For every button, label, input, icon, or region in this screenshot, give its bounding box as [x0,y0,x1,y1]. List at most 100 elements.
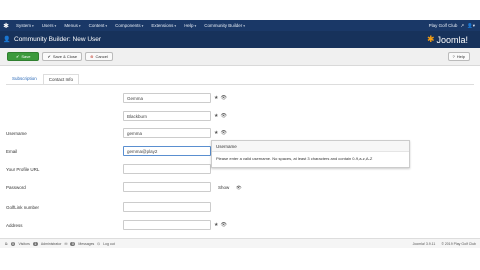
save-close-button[interactable]: ✔ Save & Close [42,52,83,61]
menu-label: Extensions [151,23,174,28]
profile-url-label: Your Profile URL [6,166,40,172]
menu-extensions[interactable]: Extensions ▾ [147,23,180,28]
visibility-eye-icon: 👁 [220,113,227,119]
visitors-label[interactable]: Visitors [18,242,29,246]
menu-label: Components [115,23,141,28]
required-star-icon: ★ [214,130,219,136]
visitors-count: 0 [10,241,16,246]
tooltip-title: Username [212,141,409,152]
envelope-icon: ✉ [64,241,68,246]
form-row-golflink: GolfLink number [0,201,480,213]
messages-count: 0 [70,241,76,246]
cancel-button[interactable]: ⊗ Cancel [85,52,113,61]
menu-label: Menus [64,23,78,28]
check-icon: ✔ [16,54,20,59]
menu-content[interactable]: Content ▾ [85,23,112,28]
close-icon: ⊗ [90,54,94,59]
external-link-icon: ↗ [460,22,465,28]
menu-community-builder[interactable]: Community Builder ▾ [200,23,249,28]
messages-label[interactable]: Messages [78,242,94,246]
caret-down-icon: ▾ [174,23,177,28]
site-link[interactable]: Play Golf Club ↗ 👤▾ [429,23,480,29]
menu-label: Users [41,23,54,28]
menu-label: Content [88,23,105,28]
username-label: Username [6,130,27,136]
help-label: Help [456,54,465,59]
tab-divider [6,84,474,85]
status-bar: ⧉ 0 Visitors 1 Administrator ✉ 0 Message… [0,238,480,248]
tab-subscription[interactable]: Subscription [6,73,43,84]
required-star-icon: ★ [214,113,219,119]
check-icon: ✔ [47,54,51,59]
joomla-star-icon: ✱ [426,34,435,44]
required-star-icon: ★ [214,95,219,101]
help-button[interactable]: ? Help [447,52,470,61]
visibility-eye-icon: 👁 [236,185,242,190]
visibility-eye-icon: 👁 [220,222,227,228]
required-star-icon: ★ [214,222,219,228]
user-menu-icon[interactable]: 👤▾ [467,23,475,29]
field-markers: ★ 👁 [214,95,227,101]
golflink-label: GolfLink number [6,204,40,210]
form-row-firstname: Gemma ★ 👁 [0,92,480,104]
version-text: Joomla! 3.9.11 [412,241,436,246]
visibility-eye-icon: 👁 [220,95,227,101]
golflink-field[interactable] [123,202,211,212]
username-tooltip: Username Please enter a valid username. … [211,140,410,168]
username-field[interactable]: gemma [123,128,211,138]
profile-url-field[interactable] [123,164,211,174]
caret-down-icon: ▾ [243,23,245,28]
caret-down-icon: ▾ [105,23,108,28]
menu-label: System [16,23,32,28]
visibility-eye-icon: 👁 [220,130,227,136]
caret-down-icon: ▾ [54,23,57,28]
admins-count: 1 [32,241,38,246]
address-field[interactable] [123,220,211,230]
menu-users[interactable]: Users ▾ [38,23,61,28]
site-name: Play Golf Club [428,23,458,28]
lastname-field[interactable]: Blackburn [123,111,211,121]
form-row-username: Username gemma ★ 👁 [0,127,480,139]
cancel-label: Cancel [95,54,108,59]
caret-down-icon: ▾ [78,23,81,28]
logout-icon: ⏻ [97,241,101,246]
joomla-brand: ✱ Joomla! [427,34,480,45]
password-label: Password [6,184,26,190]
field-markers: ★ 👁 [214,130,227,136]
menu-label: Community Builder [204,23,243,28]
admins-label[interactable]: Administrator [41,242,62,246]
status-right: Joomla! 3.9.11 © 2019 Play Golf Club [413,242,480,246]
view-site-icon[interactable]: ⧉ [5,242,8,246]
page-title: Community Builder: New User [14,36,102,43]
save-close-label: Save & Close [52,54,78,59]
email-label: Email [6,148,18,154]
admin-menu-bar: ✱ System ▾ Users ▾ Menus ▾ Content ▾ Compone… [0,20,480,31]
tab-contact-info[interactable]: Contact Info [42,74,80,84]
save-button[interactable]: ✔ Save [7,52,40,61]
firstname-field[interactable]: Gemma [123,93,211,103]
address-label: Address [6,222,23,228]
field-markers: ★ 👁 [214,222,227,228]
caret-down-icon: ▾ [194,23,197,28]
save-label: Save [21,54,31,59]
joomla-logo-icon[interactable]: ✱ [0,20,12,31]
form-row-password: Password Show 👁 [0,181,480,193]
toolbar: ✔ Save ✔ Save & Close ⊗ Cancel ? Help [0,48,480,66]
logout-link[interactable]: Log out [103,242,115,246]
password-field[interactable] [123,182,211,192]
menu-components[interactable]: Components ▾ [111,23,147,28]
show-password-button[interactable]: Show [218,185,229,190]
tab-bar: Subscription Contact Info [6,72,80,84]
form-row-lastname: Blackburn ★ 👁 [0,110,480,122]
menu-menus[interactable]: Menus ▾ [60,23,84,28]
menu-system[interactable]: System ▾ [12,23,38,28]
menu-help[interactable]: Help ▾ [180,23,200,28]
menu-label: Help [184,23,194,28]
tooltip-body: Please enter a valid username. No spaces… [216,156,373,161]
email-field[interactable]: gemma@play2 [123,146,211,156]
brand-text: Joomla! [436,34,468,45]
user-icon: 👤 [3,37,11,43]
caret-down-icon: ▾ [141,23,144,28]
help-icon: ? [452,54,455,59]
form-row-address: Address ★ 👁 [0,219,480,231]
